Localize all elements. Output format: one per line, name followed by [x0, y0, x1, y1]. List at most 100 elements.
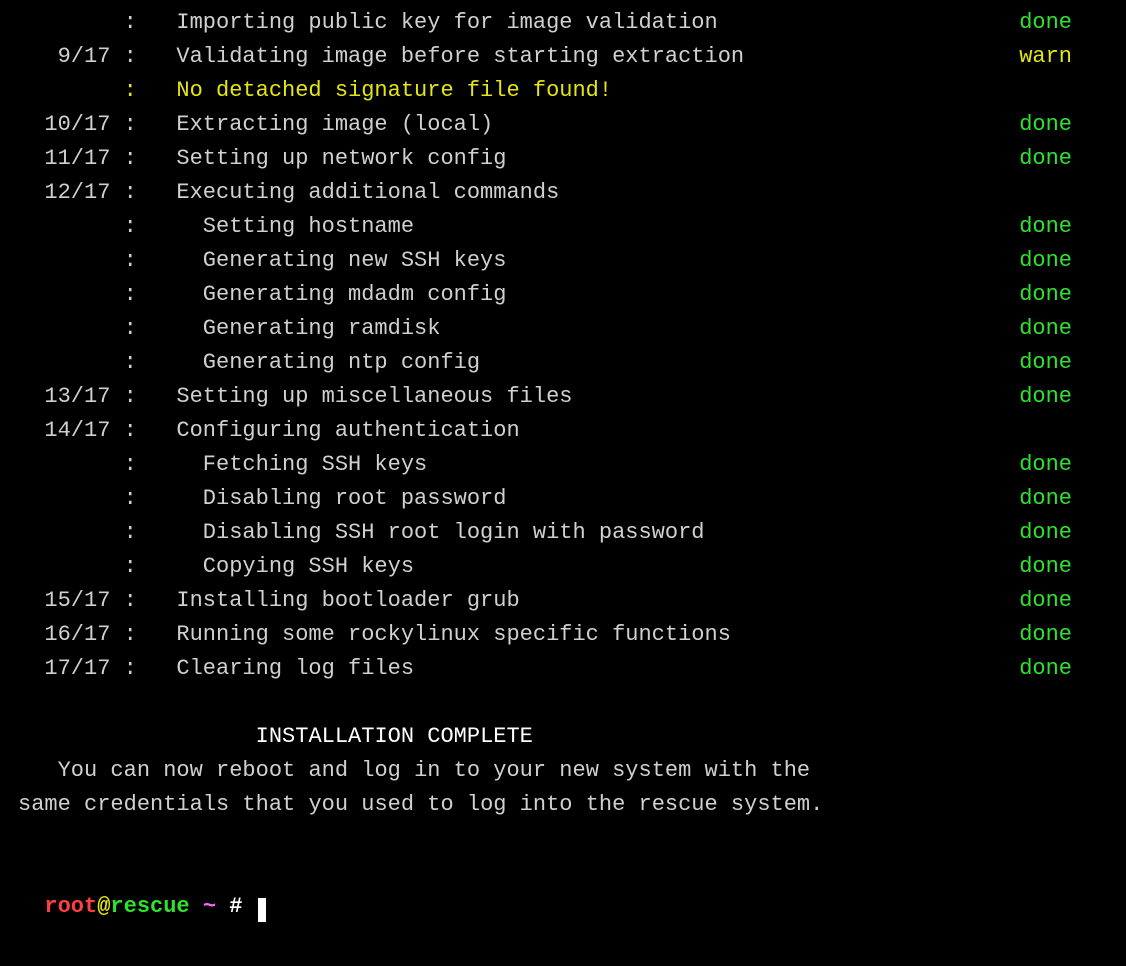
prompt-trail — [242, 894, 255, 919]
colon: : — [110, 108, 150, 142]
colon: : — [110, 346, 150, 380]
log-line: 17/17: Clearing log files done — [18, 652, 1108, 686]
status-badge: done — [1019, 312, 1108, 346]
status-badge: done — [1019, 652, 1108, 686]
step-number — [18, 448, 110, 482]
log-line: : Copying SSH keys done — [18, 550, 1108, 584]
log-message: Setting hostname — [150, 210, 414, 244]
log-message: Copying SSH keys — [150, 550, 414, 584]
log-line: : Generating new SSH keys done — [18, 244, 1108, 278]
step-number — [18, 516, 110, 550]
log-message: Disabling root password — [150, 482, 506, 516]
log-line: : Generating ntp configdone — [18, 346, 1108, 380]
step-number: 14/17 — [18, 414, 110, 448]
colon: : — [110, 550, 150, 584]
status-badge: done — [1019, 346, 1108, 380]
colon: : — [110, 652, 150, 686]
log-message: Clearing log files — [150, 652, 414, 686]
colon: : — [110, 448, 150, 482]
status-badge: done — [1019, 448, 1108, 482]
log-message: Configuring authentication — [150, 414, 520, 448]
step-number — [18, 312, 110, 346]
step-number: 16/17 — [18, 618, 110, 652]
step-number: 12/17 — [18, 176, 110, 210]
status-badge: done — [1019, 482, 1108, 516]
colon: : — [110, 618, 150, 652]
colon: : — [110, 244, 150, 278]
log-message: Disabling SSH root login with password — [150, 516, 705, 550]
log-message: Extracting image (local) — [150, 108, 493, 142]
step-number: 15/17 — [18, 584, 110, 618]
log-line: : No detached signature file found! — [18, 74, 1108, 108]
step-number — [18, 346, 110, 380]
prompt-host: rescue — [110, 894, 189, 919]
cursor-icon — [258, 898, 266, 922]
log-message: Installing bootloader grub — [150, 584, 520, 618]
step-number: 9/17 — [18, 40, 110, 74]
log-line: : Generating mdadm config done — [18, 278, 1108, 312]
log-message: Setting up miscellaneous files — [150, 380, 572, 414]
log-line: : Disabling SSH root login with password… — [18, 516, 1108, 550]
colon: : — [110, 74, 150, 108]
status-badge — [1072, 176, 1108, 210]
log-line: 9/17: Validating image before starting e… — [18, 40, 1108, 74]
log-message: Fetching SSH keys — [150, 448, 427, 482]
log-message: Generating ramdisk — [150, 312, 440, 346]
log-line: 14/17: Configuring authentication — [18, 414, 1108, 448]
log-line: : Generating ramdisk done — [18, 312, 1108, 346]
status-badge: done — [1019, 6, 1108, 40]
step-number — [18, 278, 110, 312]
status-badge: done — [1019, 244, 1108, 278]
install-log: : Importing public key for image validat… — [18, 6, 1108, 686]
step-number — [18, 550, 110, 584]
status-badge: done — [1019, 516, 1108, 550]
log-message: Setting up network config — [150, 142, 506, 176]
status-badge: done — [1019, 142, 1108, 176]
colon: : — [110, 278, 150, 312]
step-number: 11/17 — [18, 142, 110, 176]
colon: : — [110, 176, 150, 210]
log-line: 13/17: Setting up miscellaneous files don… — [18, 380, 1108, 414]
step-number — [18, 210, 110, 244]
colon: : — [110, 414, 150, 448]
log-line: 12/17: Executing additional commands — [18, 176, 1108, 210]
colon: : — [110, 516, 150, 550]
prompt-hash: # — [229, 894, 242, 919]
log-line: 10/17: Extracting image (local)done — [18, 108, 1108, 142]
log-message: Generating mdadm config — [150, 278, 506, 312]
log-line: : Disabling root passworddone — [18, 482, 1108, 516]
log-line: 16/17: Running some rockylinux specific … — [18, 618, 1108, 652]
log-line: : Fetching SSH keys done — [18, 448, 1108, 482]
status-badge: done — [1019, 108, 1108, 142]
completion-line-1: You can now reboot and log in to your ne… — [18, 754, 1108, 788]
log-message: Executing additional commands — [150, 176, 559, 210]
status-badge — [1072, 74, 1108, 108]
step-number: 13/17 — [18, 380, 110, 414]
log-line: 15/17: Installing bootloader grubdone — [18, 584, 1108, 618]
prompt-sep — [190, 894, 203, 919]
prompt-user: root — [44, 894, 97, 919]
status-badge: done — [1019, 380, 1108, 414]
status-badge — [1072, 414, 1108, 448]
colon: : — [110, 142, 150, 176]
step-number — [18, 482, 110, 516]
status-badge: done — [1019, 584, 1108, 618]
colon: : — [110, 312, 150, 346]
step-number: 17/17 — [18, 652, 110, 686]
log-message: Validating image before starting extract… — [150, 40, 744, 74]
status-badge: done — [1019, 550, 1108, 584]
log-line: : Setting hostnamedone — [18, 210, 1108, 244]
status-badge: done — [1019, 278, 1108, 312]
log-message: No detached signature file found! — [150, 74, 612, 108]
log-message: Importing public key for image validatio… — [150, 6, 718, 40]
status-badge: done — [1019, 210, 1108, 244]
colon: : — [110, 6, 150, 40]
step-number — [18, 74, 110, 108]
log-line: : Importing public key for image validat… — [18, 6, 1108, 40]
completion-line-2: same credentials that you used to log in… — [18, 788, 1108, 822]
colon: : — [110, 380, 150, 414]
completion-title: INSTALLATION COMPLETE — [18, 720, 1108, 754]
log-message: Generating new SSH keys — [150, 244, 506, 278]
step-number — [18, 244, 110, 278]
shell-prompt[interactable]: root@rescue ~ # — [18, 856, 1108, 924]
